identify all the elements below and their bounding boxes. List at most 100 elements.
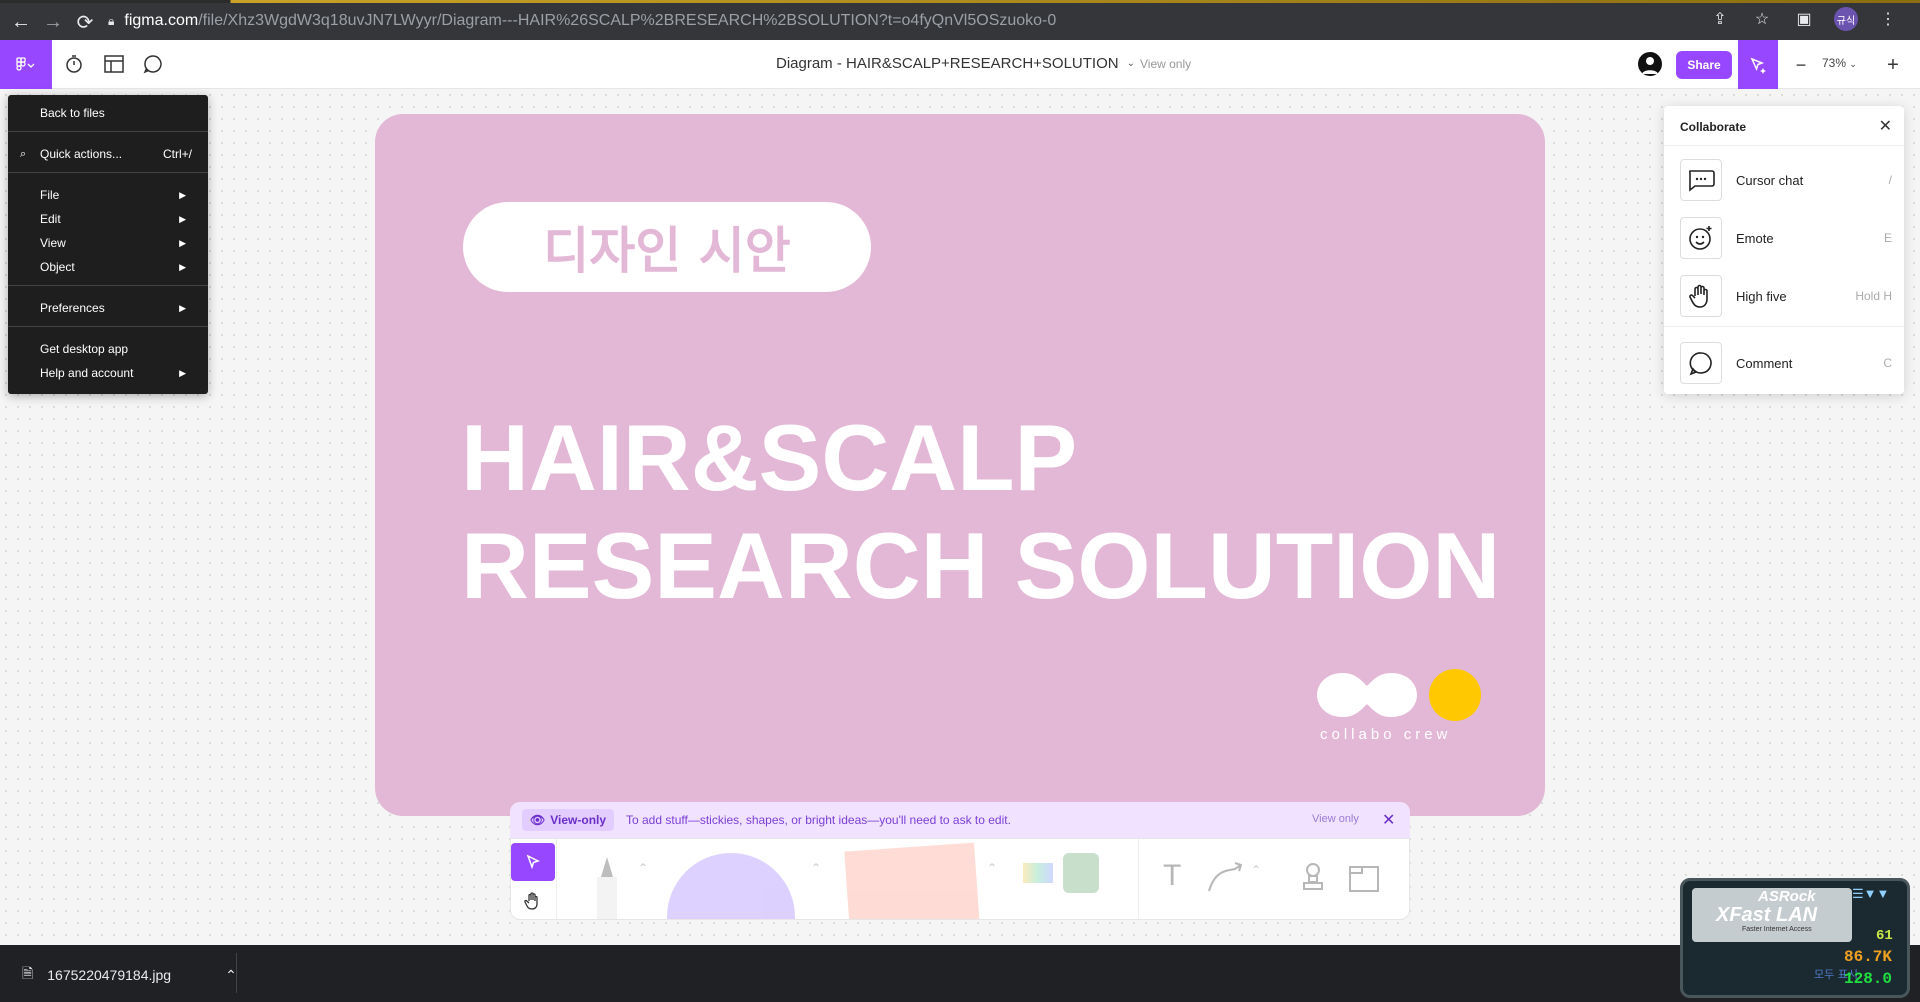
menu-item-preferences[interactable]: Preferences ▶ <box>8 296 208 320</box>
text-tool-icon: T <box>1163 859 1182 892</box>
submenu-arrow-icon: ▶ <box>179 237 186 248</box>
section-tool-icon <box>1349 866 1379 892</box>
browser-toolbar: ← → ⟳ 🔒︎ figma.com/file/Xhz3WgdW3q18uvJN… <box>0 3 1920 40</box>
widget-value2: 86.7K <box>1844 948 1893 966</box>
panel-divider <box>1664 145 1904 146</box>
menu-item-get-desktop-app[interactable]: Get desktop app <box>8 337 208 361</box>
menu-item-view[interactable]: View ▶ <box>8 231 208 255</box>
menu-item-label: Preferences <box>40 301 105 315</box>
view-only-badge: 👁︎ View-only <box>522 809 615 831</box>
menu-divider <box>8 285 208 286</box>
menu-item-label: Quick actions... <box>40 147 123 161</box>
slide-frame[interactable]: 디자인 시안 HAIR&SCALP RESEARCH SOLUTION coll… <box>375 114 1545 816</box>
collab-item-shortcut: Hold H <box>1855 289 1892 303</box>
collab-item-comment[interactable]: Comment C <box>1680 341 1892 385</box>
collab-item-shortcut: E <box>1883 231 1892 245</box>
document-title[interactable]: Diagram - HAIR&SCALP+RESEARCH+SOLUTION ⌄ <box>776 55 1135 72</box>
user-avatar[interactable] <box>1638 52 1662 76</box>
widget-product: XFast LAN <box>1716 904 1818 926</box>
widget-tagline: Faster Internet Access <box>1742 926 1812 933</box>
submenu-arrow-icon: ▶ <box>179 367 186 378</box>
comment-icon[interactable] <box>141 52 165 76</box>
share-button[interactable]: Share <box>1676 51 1732 79</box>
share-page-icon[interactable]: ⇪ <box>1708 7 1732 31</box>
more-menu-icon[interactable]: ⋮ <box>1876 7 1900 31</box>
widget-menu-icon[interactable]: ☰▼▼ <box>1852 886 1889 902</box>
emote-icon <box>1680 217 1722 259</box>
menu-item-quick-actions[interactable]: ⌕ Quick actions... Ctrl+/ <box>8 142 208 166</box>
shape-tool-circle <box>667 853 795 919</box>
chevron-up-icon: ⌃ <box>811 861 822 875</box>
submenu-arrow-icon: ▶ <box>179 302 186 313</box>
close-icon[interactable]: ✕ <box>1879 116 1892 136</box>
close-icon[interactable]: ✕ <box>1382 810 1395 830</box>
panel-divider <box>1664 326 1904 327</box>
menu-item-help-and-account[interactable]: Help and account ▶ <box>8 361 208 385</box>
asrock-xfast-lan-widget[interactable]: ASRock XFast LAN Faster Internet Access … <box>1680 878 1910 998</box>
cursor-chat-icon <box>1680 159 1722 201</box>
comment-icon <box>1680 342 1722 384</box>
reload-icon[interactable]: ⟳ <box>70 7 100 37</box>
menu-shortcut: Ctrl+/ <box>162 147 192 161</box>
cursor-chat-button[interactable] <box>1738 40 1778 89</box>
collab-item-label: Emote <box>1736 230 1774 246</box>
address-bar[interactable]: 🔒︎ figma.com/file/Xhz3WgdW3q18uvJN7LWyyr… <box>108 7 1808 35</box>
collab-item-cursor-chat[interactable]: Cursor chat / <box>1680 158 1892 202</box>
chevron-up-icon: ⌃ <box>1251 863 1262 877</box>
cursor-arrow-icon <box>526 854 540 870</box>
logo-text: collabo crew <box>1320 726 1452 743</box>
menu-divider <box>8 326 208 327</box>
zoom-in-button[interactable]: + <box>1880 52 1906 78</box>
collab-item-label: Comment <box>1736 355 1793 371</box>
collab-item-emote[interactable]: Emote E <box>1680 216 1892 260</box>
menu-item-label: Edit <box>40 212 61 226</box>
collaborate-panel: Collaborate ✕ Cursor chat / Emote E High… <box>1664 106 1904 394</box>
download-item[interactable]: 🗎︎ 1675220479184.jpg ⌃ <box>22 963 237 987</box>
bookmark-star-icon[interactable]: ☆ <box>1750 7 1774 31</box>
menu-item-object[interactable]: Object ▶ <box>8 255 208 279</box>
collab-item-shortcut: / <box>1888 173 1892 187</box>
notice-view-only-label: View only <box>1312 813 1359 825</box>
search-icon: ⌕ <box>20 147 27 160</box>
profile-avatar[interactable]: 규식 <box>1834 7 1858 31</box>
menu-item-label: Get desktop app <box>40 342 129 356</box>
layout-icon[interactable] <box>102 52 126 76</box>
zoom-value: 73% <box>1822 56 1847 70</box>
move-tool-button[interactable] <box>511 843 555 881</box>
view-only-badge-label: View-only <box>550 813 607 827</box>
url-domain: figma.com <box>124 12 199 29</box>
side-panel-icon[interactable]: ▣ <box>1792 7 1816 31</box>
document-title-text: Diagram - HAIR&SCALP+RESEARCH+SOLUTION <box>776 55 1119 72</box>
menu-item-file[interactable]: File ▶ <box>8 183 208 207</box>
chevron-down-icon: ⌄ <box>1126 58 1135 69</box>
toolbar-divider <box>556 839 557 919</box>
submenu-arrow-icon: ▶ <box>179 213 186 224</box>
toolbar-divider <box>1138 839 1139 919</box>
menu-item-label: Back to files <box>40 106 105 120</box>
widget-value1: 61 <box>1876 928 1893 944</box>
bottom-toolbar: ⌃ ⌃ ⌃ T ⌃ <box>510 838 1410 920</box>
download-divider <box>236 953 237 993</box>
cursor-sparkle-icon <box>1750 57 1766 74</box>
zoom-out-button[interactable]: − <box>1788 52 1814 78</box>
widget-brand: ASRock <box>1758 888 1816 905</box>
hand-tool-button[interactable] <box>511 883 555 919</box>
back-icon[interactable]: ← <box>6 7 36 37</box>
collab-item-label: Cursor chat <box>1736 172 1804 188</box>
menu-item-label: Object <box>40 260 75 274</box>
timer-icon[interactable] <box>62 52 86 76</box>
url-path: /file/Xhz3WgdW3q18uvJN7LWyyr/Diagram---H… <box>198 12 1057 29</box>
menu-item-label: Help and account <box>40 366 134 380</box>
chevron-up-icon: ⌃ <box>987 861 998 875</box>
menu-item-back-to-files[interactable]: Back to files <box>8 101 208 125</box>
menu-item-edit[interactable]: Edit ▶ <box>8 207 208 231</box>
submenu-arrow-icon: ▶ <box>179 189 186 200</box>
zoom-level[interactable]: 73% ⌄ <box>1822 56 1857 70</box>
view-only-notice: 👁︎ View-only To add stuff—stickies, shape… <box>510 802 1410 838</box>
connector-icon <box>1208 862 1243 892</box>
forward-icon[interactable]: → <box>38 7 68 37</box>
slide-title-line1: HAIR&SCALP <box>461 405 1078 510</box>
collab-item-high-five[interactable]: High five Hold H <box>1680 274 1892 318</box>
main-menu-button[interactable] <box>0 40 52 89</box>
figma-logo-icon <box>16 56 35 71</box>
